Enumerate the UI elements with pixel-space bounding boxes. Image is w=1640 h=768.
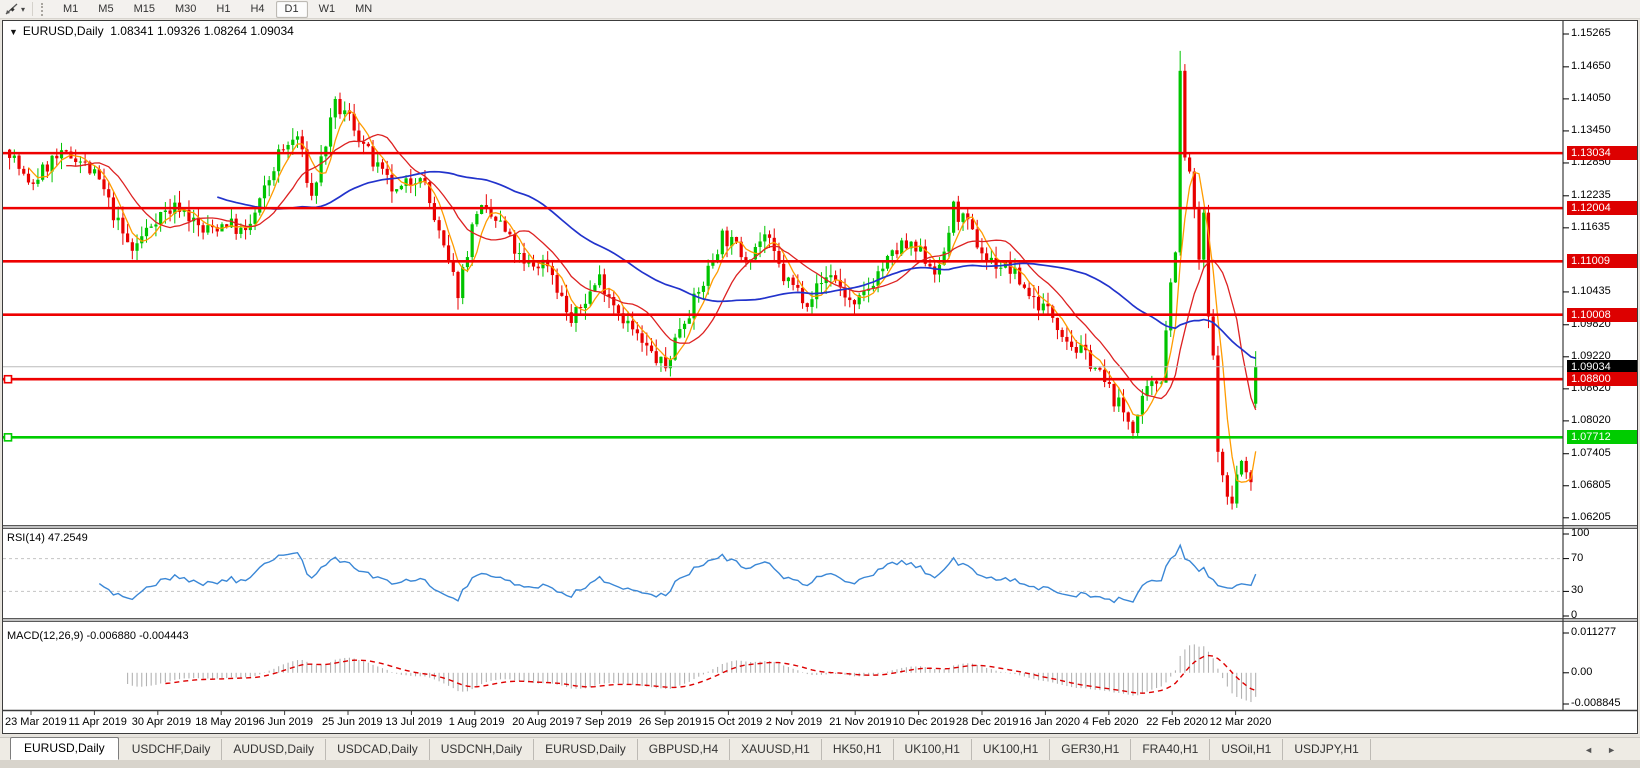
rsi-label: RSI(14) 47.2549 xyxy=(7,532,88,544)
instrument-tab[interactable]: GER30,H1 xyxy=(1050,739,1131,760)
rsi-tick-label: 70 xyxy=(1571,552,1583,564)
price-badge: 1.08800 xyxy=(1567,372,1637,386)
date-label: 18 May 2019 xyxy=(195,716,259,728)
tab-scroll-left-icon[interactable]: ◄ xyxy=(1584,745,1607,755)
date-label: 1 Aug 2019 xyxy=(449,716,505,728)
price-tick-label: 1.08020 xyxy=(1571,414,1611,426)
date-label: 30 Apr 2019 xyxy=(132,716,191,728)
macd-tick-label: 0.011277 xyxy=(1571,626,1616,638)
date-label: 23 Mar 2019 xyxy=(5,716,67,728)
timeframe-h4[interactable]: H4 xyxy=(241,1,273,18)
date-label: 2 Nov 2019 xyxy=(766,716,822,728)
date-label: 16 Jan 2020 xyxy=(1019,716,1080,728)
price-tick-label: 1.12235 xyxy=(1571,189,1611,201)
window-bottom-strip xyxy=(0,760,1640,768)
price-badge: 1.13034 xyxy=(1567,146,1637,160)
instrument-tab[interactable]: USDCHF,Daily xyxy=(121,739,223,760)
instrument-tab[interactable]: XAUUSD,H1 xyxy=(730,739,822,760)
top-toolbar: ▾ M1M5M15M30H1H4D1W1MN xyxy=(0,0,1640,19)
instrument-tab[interactable]: GBPUSD,H4 xyxy=(638,739,730,760)
price-tick-label: 1.07405 xyxy=(1571,447,1611,459)
timeframe-m15[interactable]: M15 xyxy=(125,1,164,18)
instrument-tab[interactable]: USDCNH,Daily xyxy=(430,739,534,760)
chart-canvas[interactable] xyxy=(3,21,1637,715)
macd-tick-label: 0.00 xyxy=(1571,666,1592,678)
timeframe-d1[interactable]: D1 xyxy=(276,1,308,18)
date-label: 15 Oct 2019 xyxy=(702,716,762,728)
timeframe-m5[interactable]: M5 xyxy=(89,1,122,18)
price-tick-label: 1.14050 xyxy=(1571,92,1611,104)
price-tick-label: 1.11635 xyxy=(1571,221,1610,233)
instrument-tab[interactable]: EURUSD,Daily xyxy=(534,739,638,760)
timeframe-m1[interactable]: M1 xyxy=(54,1,87,18)
chart-ohlc-values: 1.08341 1.09326 1.08264 1.09034 xyxy=(110,24,294,38)
price-tick-label: 1.13450 xyxy=(1571,124,1611,136)
rsi-tick-label: 0 xyxy=(1571,609,1577,621)
date-label: 12 Mar 2020 xyxy=(1210,716,1272,728)
price-tick-label: 1.14650 xyxy=(1571,60,1611,72)
date-label: 26 Sep 2019 xyxy=(639,716,701,728)
rsi-tick-label: 100 xyxy=(1571,527,1589,539)
date-label: 11 Apr 2019 xyxy=(68,716,127,728)
price-badge: 1.10008 xyxy=(1567,308,1637,322)
price-tick-label: 1.15265 xyxy=(1571,27,1611,39)
price-badge: 1.12004 xyxy=(1567,201,1637,215)
tab-scroll-arrows: ◄► xyxy=(1584,745,1630,755)
collapse-triangle-icon[interactable]: ▼ xyxy=(9,27,18,37)
date-label: 7 Sep 2019 xyxy=(576,716,632,728)
toolbar-separator xyxy=(32,2,33,16)
timeframe-mn[interactable]: MN xyxy=(346,1,381,18)
timeframe-w1[interactable]: W1 xyxy=(310,1,345,18)
chart-tab-bar: EURUSD,DailyUSDCHF,DailyAUDUSD,DailyUSDC… xyxy=(0,737,1640,760)
date-label: 21 Nov 2019 xyxy=(829,716,891,728)
tool-dropdown-icon[interactable]: ▾ xyxy=(21,5,25,14)
instrument-tab[interactable]: FRA40,H1 xyxy=(1131,739,1210,760)
instrument-tab[interactable]: USOil,H1 xyxy=(1210,739,1283,760)
tab-scroll-right-icon[interactable]: ► xyxy=(1607,745,1630,755)
instrument-tab[interactable]: AUDUSD,Daily xyxy=(222,739,326,760)
date-label: 28 Dec 2019 xyxy=(956,716,1018,728)
instrument-tab[interactable]: UK100,H1 xyxy=(972,739,1050,760)
chart-symbol-period: EURUSD,Daily xyxy=(23,24,104,38)
date-label: 25 Jun 2019 xyxy=(322,716,383,728)
price-badge: 1.11009 xyxy=(1567,254,1637,268)
crosshair-tool-icon[interactable] xyxy=(4,2,20,16)
price-tick-label: 1.06205 xyxy=(1571,511,1611,523)
price-tick-label: 1.06805 xyxy=(1571,479,1611,491)
macd-label: MACD(12,26,9) -0.006880 -0.004443 xyxy=(7,630,189,642)
instrument-tab[interactable]: USDCAD,Daily xyxy=(326,739,430,760)
timeframe-buttons: M1M5M15M30H1H4D1W1MN xyxy=(53,1,382,18)
date-label: 13 Jul 2019 xyxy=(385,716,442,728)
macd-tick-label: -0.008845 xyxy=(1571,697,1621,709)
chart-title: ▼ EURUSD,Daily 1.08341 1.09326 1.08264 1.… xyxy=(9,24,294,38)
price-badge: 1.07712 xyxy=(1567,430,1637,444)
date-label: 4 Feb 2020 xyxy=(1083,716,1139,728)
toolbar-grip[interactable] xyxy=(41,3,46,16)
chart-window[interactable]: ▼ EURUSD,Daily 1.08341 1.09326 1.08264 1.… xyxy=(2,20,1638,734)
timeframe-h1[interactable]: H1 xyxy=(207,1,239,18)
timeframe-m30[interactable]: M30 xyxy=(166,1,205,18)
date-label: 10 Dec 2019 xyxy=(893,716,955,728)
date-label: 6 Jun 2019 xyxy=(259,716,313,728)
instrument-tab[interactable]: UK100,H1 xyxy=(894,739,972,760)
rsi-tick-label: 30 xyxy=(1571,584,1583,596)
instrument-tab[interactable]: HK50,H1 xyxy=(822,739,894,760)
instrument-tab[interactable]: USDJPY,H1 xyxy=(1283,739,1370,760)
price-tick-label: 1.10435 xyxy=(1571,285,1611,297)
instrument-tab[interactable]: EURUSD,Daily xyxy=(10,737,119,760)
date-label: 20 Aug 2019 xyxy=(512,716,574,728)
date-label: 22 Feb 2020 xyxy=(1146,716,1208,728)
